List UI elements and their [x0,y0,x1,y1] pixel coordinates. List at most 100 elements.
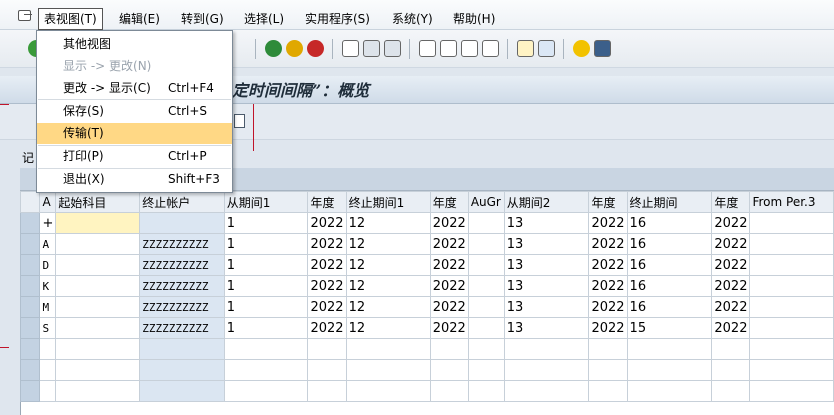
table-cell-input[interactable]: 2022 [307,212,347,234]
table-cell-input[interactable]: 2022 [429,233,469,255]
table-cell-input[interactable]: 2022 [711,212,751,234]
table-cell-input[interactable]: ZZZZZZZZZZ [139,296,225,318]
help-icon[interactable] [573,40,590,57]
table-cell-input[interactable]: 2022 [588,254,628,276]
table-cell-input[interactable] [139,212,225,234]
column-header[interactable]: 终止期间 [626,191,713,213]
table-cell-input[interactable]: 2022 [307,233,347,255]
table-cell[interactable] [345,380,431,402]
table-cell[interactable] [429,380,469,402]
table-cell-input[interactable]: 13 [503,296,590,318]
table-cell[interactable] [711,380,751,402]
table-cell[interactable] [429,359,469,381]
table-cell[interactable]: A [39,233,57,255]
table-cell[interactable] [749,338,834,360]
menu-table-view[interactable]: 表视图(T) [38,8,103,30]
table-cell[interactable] [307,338,347,360]
last-page-icon[interactable] [482,40,499,57]
table-cell-input[interactable] [55,254,141,276]
document-icon[interactable] [234,114,245,128]
table-cell-input[interactable]: 1 [223,254,309,276]
first-page-icon[interactable] [419,40,436,57]
menu-help[interactable]: 帮助(H) [448,9,500,29]
table-cell[interactable] [55,380,141,402]
table-cell-input[interactable]: 2022 [307,317,347,339]
menu-system[interactable]: 系统(Y) [387,9,438,29]
table-cell-input[interactable] [55,275,141,297]
table-cell-input[interactable]: 16 [626,296,713,318]
column-header[interactable]: 年度 [588,191,628,213]
table-cell-input[interactable]: 2022 [307,254,347,276]
table-cell-input[interactable]: 2022 [588,275,628,297]
table-cell[interactable]: D [39,254,57,276]
table-cell[interactable] [223,380,309,402]
table-cell-input[interactable]: 1 [223,233,309,255]
table-cell-input[interactable]: 12 [345,275,431,297]
table-cell-input[interactable]: 2022 [711,296,751,318]
column-header[interactable]: 从期间2 [503,191,590,213]
menu-item-transport[interactable]: 传输(T) [37,123,232,144]
table-cell-input[interactable]: 2022 [588,233,628,255]
menu-select[interactable]: 选择(L) [239,9,289,29]
back-icon[interactable] [265,40,282,57]
table-cell-input[interactable] [749,254,834,276]
table-cell[interactable] [503,359,590,381]
menu-item-print[interactable]: 打印(P) Ctrl+P [37,146,232,167]
table-cell-input[interactable]: 2022 [307,296,347,318]
table-cell-input[interactable] [55,317,141,339]
menu-item-change-display[interactable]: 更改 -> 显示(C) Ctrl+F4 [37,78,232,99]
table-cell[interactable]: M [39,296,57,318]
table-cell[interactable] [711,338,751,360]
menu-edit[interactable]: 编辑(E) [114,9,165,29]
table-cell[interactable]: K [39,275,57,297]
menu-utilities[interactable]: 实用程序(S) [300,9,375,29]
table-cell-input[interactable]: 12 [345,296,431,318]
row-selector[interactable] [19,317,41,339]
column-header[interactable]: 从期间1 [223,191,309,213]
table-cell-input[interactable]: 12 [345,233,431,255]
table-cell[interactable] [55,359,141,381]
table-cell[interactable] [467,338,505,360]
find-icon[interactable] [363,40,380,57]
table-cell[interactable] [223,338,309,360]
table-cell-input[interactable]: 13 [503,212,590,234]
table-cell[interactable]: + [39,212,57,234]
table-cell-input[interactable]: 13 [503,275,590,297]
row-selector[interactable] [19,359,41,381]
column-header[interactable]: 年度 [307,191,347,213]
table-cell-input[interactable] [55,296,141,318]
table-cell-input[interactable]: 2022 [429,254,469,276]
table-cell-input[interactable] [749,212,834,234]
table-cell[interactable] [223,359,309,381]
table-cell[interactable] [467,380,505,402]
table-cell[interactable] [711,359,751,381]
table-cell[interactable] [39,359,57,381]
row-selector-header[interactable] [19,191,41,213]
table-cell-input[interactable]: 2022 [711,254,751,276]
table-cell-input[interactable]: 16 [626,233,713,255]
column-header[interactable]: 起始科目 [55,191,141,213]
column-header[interactable]: 年度 [711,191,751,213]
column-header[interactable]: From Per.3 [749,191,834,213]
table-cell-input[interactable]: 1 [223,296,309,318]
table-cell[interactable] [626,359,713,381]
layout-menu-icon[interactable] [594,40,611,57]
print-icon[interactable] [342,40,359,57]
column-header[interactable]: AuGr [467,191,505,213]
menu-item-other-view[interactable]: 其他视图 [37,34,232,55]
table-cell[interactable] [307,359,347,381]
shortcut-icon[interactable] [538,40,555,57]
table-cell-input[interactable]: 2022 [307,275,347,297]
table-cell-input[interactable]: 2022 [429,317,469,339]
row-selector[interactable] [19,338,41,360]
table-cell-input[interactable]: 2022 [588,296,628,318]
menu-item-save[interactable]: 保存(S) Ctrl+S [37,101,232,122]
column-header[interactable]: 年度 [429,191,469,213]
table-cell-input[interactable]: 2022 [429,275,469,297]
table-cell[interactable] [39,338,57,360]
table-cell-input[interactable]: 16 [626,275,713,297]
table-cell-input[interactable]: 12 [345,254,431,276]
table-cell-input[interactable]: ZZZZZZZZZZ [139,254,225,276]
table-cell-input[interactable]: ZZZZZZZZZZ [139,275,225,297]
table-cell-input[interactable] [467,296,505,318]
